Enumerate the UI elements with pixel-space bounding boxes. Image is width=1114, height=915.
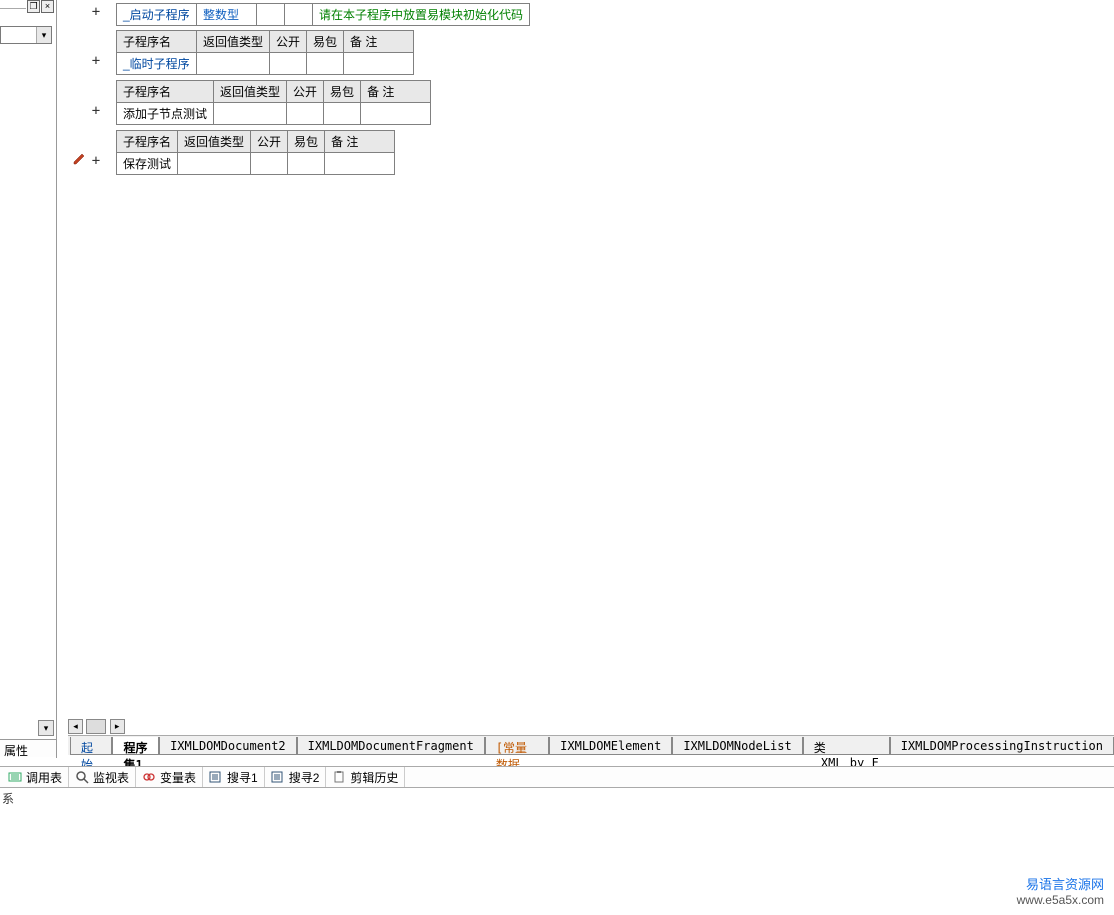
column-header: 备 注 (325, 131, 395, 153)
toolbar-label: 剪辑历史 (350, 769, 398, 786)
cell-name[interactable]: 保存测试 (117, 153, 178, 175)
column-header: 子程序名 (117, 81, 214, 103)
editor-tab[interactable]: 程序集1 (112, 737, 159, 755)
column-header: 子程序名 (117, 131, 178, 153)
subroutine-table: 子程序名返回值类型公开易包备 注 _临时子程序 (116, 30, 414, 75)
column-header: 返回值类型 (197, 31, 270, 53)
column-header: 备 注 (361, 81, 431, 103)
watermark-url: www.e5a5x.com (1017, 893, 1104, 909)
column-header: 返回值类型 (178, 131, 251, 153)
bottom-toolbar: 调用表 监视表 变量表 搜寻1 搜寻2 剪辑历史 (0, 766, 1114, 788)
watermark-text: 易语言资源网 (1017, 877, 1104, 894)
cell-pkg[interactable] (288, 153, 325, 175)
column-header: 易包 (324, 81, 361, 103)
toolbar-label: 监视表 (93, 769, 129, 786)
scroll-down-button[interactable]: ▾ (38, 720, 54, 736)
editor-tab[interactable]: IXMLDOMDocument2 (159, 737, 297, 755)
cell-ret[interactable] (197, 53, 270, 75)
watch-icon (75, 770, 89, 784)
scroll-right-icon[interactable]: ▸ (110, 719, 125, 734)
tree-combo[interactable]: ▾ (0, 26, 52, 44)
editor-tab[interactable]: [常量数据表] (485, 737, 549, 755)
subroutine-table: 子程序名返回值类型公开易包备 注添加子节点测试 (116, 80, 431, 125)
search-icon (271, 770, 285, 784)
column-header: 公开 (287, 81, 324, 103)
horizontal-scrollbar[interactable]: ◂ ▸ (68, 719, 1114, 734)
editor-tab[interactable]: 起始页 (70, 737, 112, 755)
toolbar-button-search[interactable]: 搜寻1 (203, 767, 265, 787)
cell-pkg[interactable] (307, 53, 344, 75)
fold-toggle-icon[interactable]: + (90, 4, 102, 16)
panel-grip (0, 8, 26, 9)
cell-name[interactable]: _临时子程序 (117, 53, 197, 75)
fold-toggle-icon[interactable]: + (90, 103, 102, 115)
project-tree-panel: ❐ × ▾ ▾ 属性 (0, 0, 57, 758)
cell-pub[interactable] (251, 153, 288, 175)
subroutine-table: 子程序名返回值类型公开易包备 注保存测试 (116, 130, 395, 175)
toolbar-button-call[interactable]: 调用表 (2, 767, 69, 787)
editor-tab[interactable]: IXMLDOMNodeList (672, 737, 802, 755)
cell-ret[interactable] (214, 103, 287, 125)
code-editor-area: +_启动子程序整数型请在本子程序中放置易模块初始化代码+子程序名返回值类型公开易… (68, 0, 1114, 732)
editor-tab[interactable]: IXMLDOMElement (549, 737, 672, 755)
toolbar-button-search[interactable]: 搜寻2 (265, 767, 327, 787)
editor-tab[interactable]: IXMLDOMProcessingInstruction (890, 737, 1114, 755)
var-icon (142, 770, 156, 784)
editor-tabs: 起始页程序集1IXMLDOMDocument2IXMLDOMDocumentFr… (68, 735, 1114, 755)
toolbar-label: 变量表 (160, 769, 196, 786)
cell-pub[interactable] (287, 103, 324, 125)
properties-tab[interactable]: 属性 (0, 739, 56, 757)
cell-pub[interactable] (257, 4, 285, 26)
toolbar-label: 搜寻2 (289, 769, 320, 786)
cell-note[interactable] (361, 103, 431, 125)
scroll-thumb[interactable] (86, 719, 106, 734)
panel-titlebar: ❐ × (27, 0, 54, 14)
toolbar-label: 搜寻1 (227, 769, 258, 786)
column-header: 公开 (251, 131, 288, 153)
cell-ret[interactable] (178, 153, 251, 175)
cell-note[interactable]: 请在本子程序中放置易模块初始化代码 (313, 4, 530, 26)
cell-pub[interactable] (270, 53, 307, 75)
column-header: 易包 (288, 131, 325, 153)
column-header: 返回值类型 (214, 81, 287, 103)
close-icon[interactable]: × (41, 0, 54, 13)
column-header: 备 注 (344, 31, 414, 53)
cell-name[interactable]: 添加子节点测试 (117, 103, 214, 125)
toolbar-button-var[interactable]: 变量表 (136, 767, 203, 787)
scroll-left-icon[interactable]: ◂ (68, 719, 83, 734)
status-bar: 系 (0, 789, 1114, 805)
clip-icon (332, 770, 346, 784)
watermark: 易语言资源网 www.e5a5x.com (1017, 877, 1104, 909)
subroutine-table: _启动子程序整数型 请在本子程序中放置易模块初始化代码 (116, 3, 530, 26)
cell-pkg[interactable] (324, 103, 361, 125)
chevron-down-icon[interactable]: ▾ (36, 27, 51, 43)
cell-ret[interactable]: 整数型 (197, 4, 257, 26)
editor-tab[interactable]: IXMLDOMDocumentFragment (297, 737, 485, 755)
cell-name[interactable]: _启动子程序 (117, 4, 197, 26)
toolbar-label: 调用表 (26, 769, 62, 786)
call-icon (8, 770, 22, 784)
editor-tab[interactable]: 类_XML_by_F (803, 737, 890, 755)
column-header: 易包 (307, 31, 344, 53)
toolbar-button-watch[interactable]: 监视表 (69, 767, 136, 787)
restore-icon[interactable]: ❐ (27, 0, 40, 13)
edit-marker-icon (72, 152, 86, 166)
cell-note[interactable] (344, 53, 414, 75)
fold-toggle-icon[interactable]: + (90, 153, 102, 165)
cell-note[interactable] (325, 153, 395, 175)
column-header: 子程序名 (117, 31, 197, 53)
toolbar-button-clip[interactable]: 剪辑历史 (326, 767, 405, 787)
column-header: 公开 (270, 31, 307, 53)
search-icon (209, 770, 223, 784)
fold-toggle-icon[interactable]: + (90, 53, 102, 65)
cell-pkg[interactable] (285, 4, 313, 26)
